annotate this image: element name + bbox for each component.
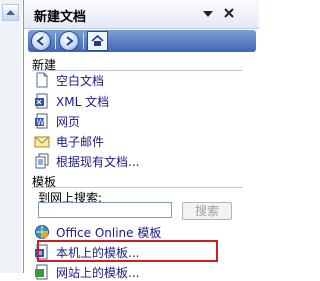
blank-document-link[interactable]: 空白文档	[34, 71, 234, 89]
xml-document-icon	[34, 93, 50, 109]
forward-button[interactable]	[60, 32, 78, 50]
blank-document-label: 空白文档	[56, 74, 105, 88]
xml-document-label: XML 文档	[56, 95, 110, 109]
back-button[interactable]	[32, 32, 50, 50]
section-divider	[32, 187, 242, 188]
back-arrow-icon	[36, 36, 44, 46]
task-pane-toolbar	[28, 30, 256, 52]
forward-arrow-icon	[66, 36, 74, 46]
web-page-icon: W	[34, 113, 50, 129]
task-pane-title: 新建文档	[34, 10, 87, 25]
task-pane: 新建文档 新建 空白文档 XML 文档 W 网页 电子邮件 根据现有文档... …	[23, 0, 259, 280]
toolbar-separator	[83, 33, 84, 49]
xml-document-link[interactable]: XML 文档	[34, 92, 234, 110]
website-templates-link[interactable]: 网站上的模板...	[34, 263, 234, 281]
email-link[interactable]: 电子邮件	[34, 132, 234, 150]
from-existing-document-label: 根据现有文档...	[56, 155, 140, 169]
home-button[interactable]	[87, 31, 108, 51]
office-online-templates-link[interactable]: Office Online 模板	[34, 223, 234, 241]
scroll-up-button[interactable]	[2, 4, 19, 21]
web-page-label: 网页	[56, 115, 81, 129]
web-page-link[interactable]: W 网页	[34, 112, 234, 130]
task-pane-header: 新建文档	[24, 0, 259, 29]
email-label: 电子邮件	[56, 135, 105, 149]
template-search-input[interactable]	[38, 202, 172, 218]
blank-document-icon	[34, 72, 50, 88]
website-templates-icon	[34, 264, 50, 280]
document-area-edge	[0, 0, 22, 273]
office-online-icon	[34, 224, 50, 240]
office-online-templates-label: Office Online 模板	[56, 226, 162, 240]
highlight-annotation	[37, 240, 218, 262]
existing-document-icon	[34, 153, 50, 169]
pane-menu-dropdown-icon[interactable]	[202, 9, 214, 19]
svg-text:W: W	[37, 118, 45, 127]
home-icon	[91, 35, 104, 46]
from-existing-document-link[interactable]: 根据现有文档...	[34, 152, 234, 170]
pane-close-icon[interactable]	[222, 6, 236, 20]
email-icon	[34, 133, 50, 149]
search-button[interactable]: 搜索	[182, 202, 232, 220]
vertical-scrollbar-track[interactable]	[2, 22, 19, 273]
toolbar-separator	[55, 33, 56, 49]
scroll-up-arrow-icon	[6, 10, 15, 15]
